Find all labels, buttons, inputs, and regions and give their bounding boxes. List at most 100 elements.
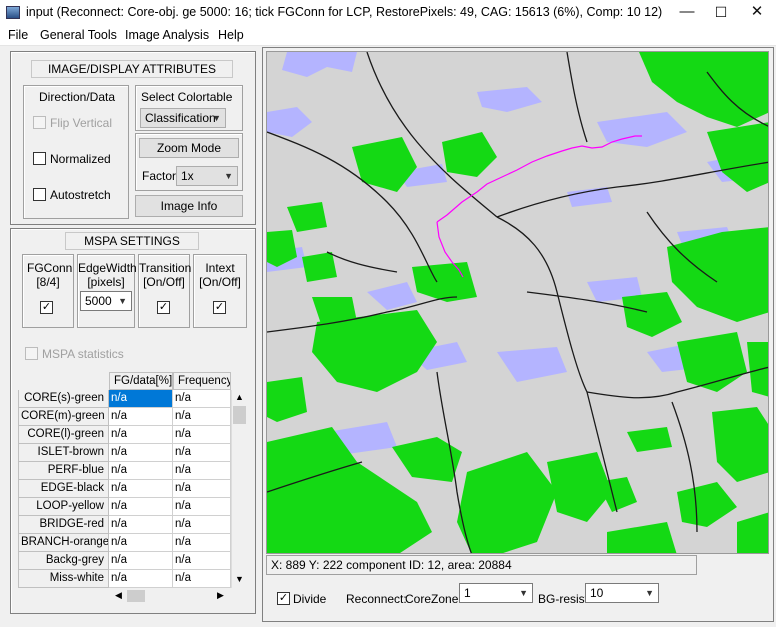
menu-file[interactable]: File [8, 28, 28, 42]
status-bar: X: 889 Y: 222 component ID: 12, area: 20… [266, 555, 697, 575]
factor-select[interactable]: 1x ▼ [176, 166, 238, 186]
edgewidth-select[interactable]: 5000 ▼ [80, 291, 132, 311]
colortable-group: Select Colortable Classification ▼ [135, 85, 243, 131]
table-cell-fg[interactable]: n/a [109, 570, 173, 588]
vertical-scrollbar[interactable]: ▲ ▼ [231, 390, 247, 588]
perf-blue-patch [477, 87, 542, 112]
menu-general-tools[interactable]: General Tools [40, 28, 117, 42]
transition-label: Transition [139, 261, 192, 275]
window-title: input (Reconnect: Core-obj. ge 5000: 16;… [26, 5, 663, 19]
table-row-label[interactable]: Miss-white [18, 570, 109, 588]
table-cell-frequency[interactable]: n/a [173, 408, 231, 426]
table-cell-frequency[interactable]: n/a [173, 426, 231, 444]
edgewidth-group: EdgeWidth [pixels] 5000 ▼ [77, 254, 137, 328]
table-row-label[interactable]: Backg-grey [18, 552, 109, 570]
transition-sublabel: [On/Off] [143, 275, 185, 289]
scroll-thumb-horizontal[interactable] [127, 590, 145, 602]
normalized-checkbox[interactable] [33, 152, 46, 165]
table-row-label[interactable]: ISLET-brown [18, 444, 109, 462]
table-row-label[interactable]: CORE(s)-green [18, 390, 109, 408]
core-green-areas [267, 52, 768, 553]
colortable-select[interactable]: Classification ▼ [140, 108, 226, 128]
table-row-label[interactable]: CORE(m)-green [18, 408, 109, 426]
table-cell-frequency[interactable]: n/a [173, 516, 231, 534]
menu-help[interactable]: Help [218, 28, 244, 42]
table-row-label[interactable]: PERF-blue [18, 462, 109, 480]
fgconn-checkbox[interactable]: ✓ [40, 301, 53, 314]
scroll-down-icon[interactable]: ▼ [235, 574, 244, 584]
table-cell-frequency[interactable]: n/a [173, 462, 231, 480]
factor-value: 1x [181, 169, 194, 183]
chevron-down-icon: ▼ [645, 588, 654, 598]
core-green-patch [267, 377, 307, 422]
autostretch-label: Autostretch [50, 188, 111, 202]
edge-line [326, 251, 398, 273]
table-cell-fg[interactable]: n/a [109, 516, 173, 534]
table-cell-frequency[interactable]: n/a [173, 390, 231, 408]
normalized-label: Normalized [50, 152, 111, 166]
table-cell-fg[interactable]: n/a [109, 534, 173, 552]
perf-blue-patch [497, 347, 567, 382]
table-cell-fg[interactable]: n/a [109, 390, 173, 408]
divide-checkbox[interactable]: ✓ [277, 592, 290, 605]
table-row-label[interactable]: BRANCH-orange [18, 534, 109, 552]
scroll-right-icon[interactable]: ▶ [217, 590, 224, 601]
flip-vertical-checkbox[interactable] [33, 116, 46, 129]
table-cell-frequency[interactable]: n/a [173, 480, 231, 498]
core-green-patch [607, 522, 677, 553]
column-header-frequency[interactable]: Frequency [173, 372, 231, 390]
table-cell-fg[interactable]: n/a [109, 498, 173, 516]
table-cell-frequency[interactable]: n/a [173, 444, 231, 462]
maximize-button[interactable]: ☐ [706, 0, 736, 26]
direction-label: Direction/Data [39, 90, 116, 104]
menu-bar: File General Tools Image Analysis Help [0, 26, 776, 46]
intext-checkbox[interactable]: ✓ [213, 301, 226, 314]
table-cell-fg[interactable]: n/a [109, 462, 173, 480]
table-cell-fg[interactable]: n/a [109, 480, 173, 498]
title-bar: input (Reconnect: Core-obj. ge 5000: 16;… [0, 0, 776, 26]
perf-blue-patch [282, 52, 357, 77]
table-cell-fg[interactable]: n/a [109, 426, 173, 444]
autostretch-checkbox[interactable] [33, 188, 46, 201]
scroll-left-icon[interactable]: ◀ [115, 590, 122, 601]
table-cell-frequency[interactable]: n/a [173, 570, 231, 588]
scroll-thumb[interactable] [233, 406, 246, 424]
flip-vertical-label: Flip Vertical [50, 116, 113, 130]
table-row-label[interactable]: CORE(l)-green [18, 426, 109, 444]
reconnect-label: Reconnect: [346, 592, 407, 606]
transition-checkbox[interactable]: ✓ [157, 301, 170, 314]
image-info-button[interactable]: Image Info [135, 195, 243, 217]
column-header-fg[interactable]: FG/data[%] [109, 372, 173, 390]
table-cell-fg[interactable]: n/a [109, 408, 173, 426]
core-green-patch [457, 452, 557, 553]
core-green-patch [287, 202, 327, 232]
table-cell-frequency[interactable]: n/a [173, 534, 231, 552]
table-cell-fg[interactable]: n/a [109, 552, 173, 570]
transition-group: Transition [On/Off] ✓ [138, 254, 192, 328]
horizontal-scrollbar[interactable]: ◀ ▶ [109, 588, 231, 604]
chevron-down-icon: ▼ [519, 588, 528, 598]
direction-group: Direction/Data Flip Vertical Normalized … [23, 85, 129, 219]
corezone-select[interactable]: 1 ▼ [459, 583, 533, 603]
table-row-label[interactable]: BRIDGE-red [18, 516, 109, 534]
perf-blue-patch [567, 187, 612, 207]
zoom-mode-button[interactable]: Zoom Mode [139, 138, 239, 158]
close-button[interactable]: ✕ [742, 0, 772, 26]
table-row-label[interactable]: LOOP-yellow [18, 498, 109, 516]
scroll-up-icon[interactable]: ▲ [235, 392, 244, 402]
minimize-button[interactable]: — [672, 0, 702, 26]
table-row-label[interactable]: EDGE-black [18, 480, 109, 498]
intext-group: Intext [On/Off] ✓ [193, 254, 247, 328]
zoom-group: Zoom Mode Factor: 1x ▼ [135, 133, 243, 191]
table-cell-fg[interactable]: n/a [109, 444, 173, 462]
table-cell-frequency[interactable]: n/a [173, 552, 231, 570]
table-corner [18, 372, 109, 389]
factor-label: Factor: [142, 169, 180, 183]
menu-image-analysis[interactable]: Image Analysis [125, 28, 209, 42]
table-cell-frequency[interactable]: n/a [173, 498, 231, 516]
core-green-patch [312, 310, 437, 392]
fgconn-label: FGConn [27, 261, 73, 275]
bgresist-select[interactable]: 10 ▼ [585, 583, 659, 603]
mspa-statistics-checkbox[interactable] [25, 347, 38, 360]
map-image[interactable] [266, 51, 769, 554]
